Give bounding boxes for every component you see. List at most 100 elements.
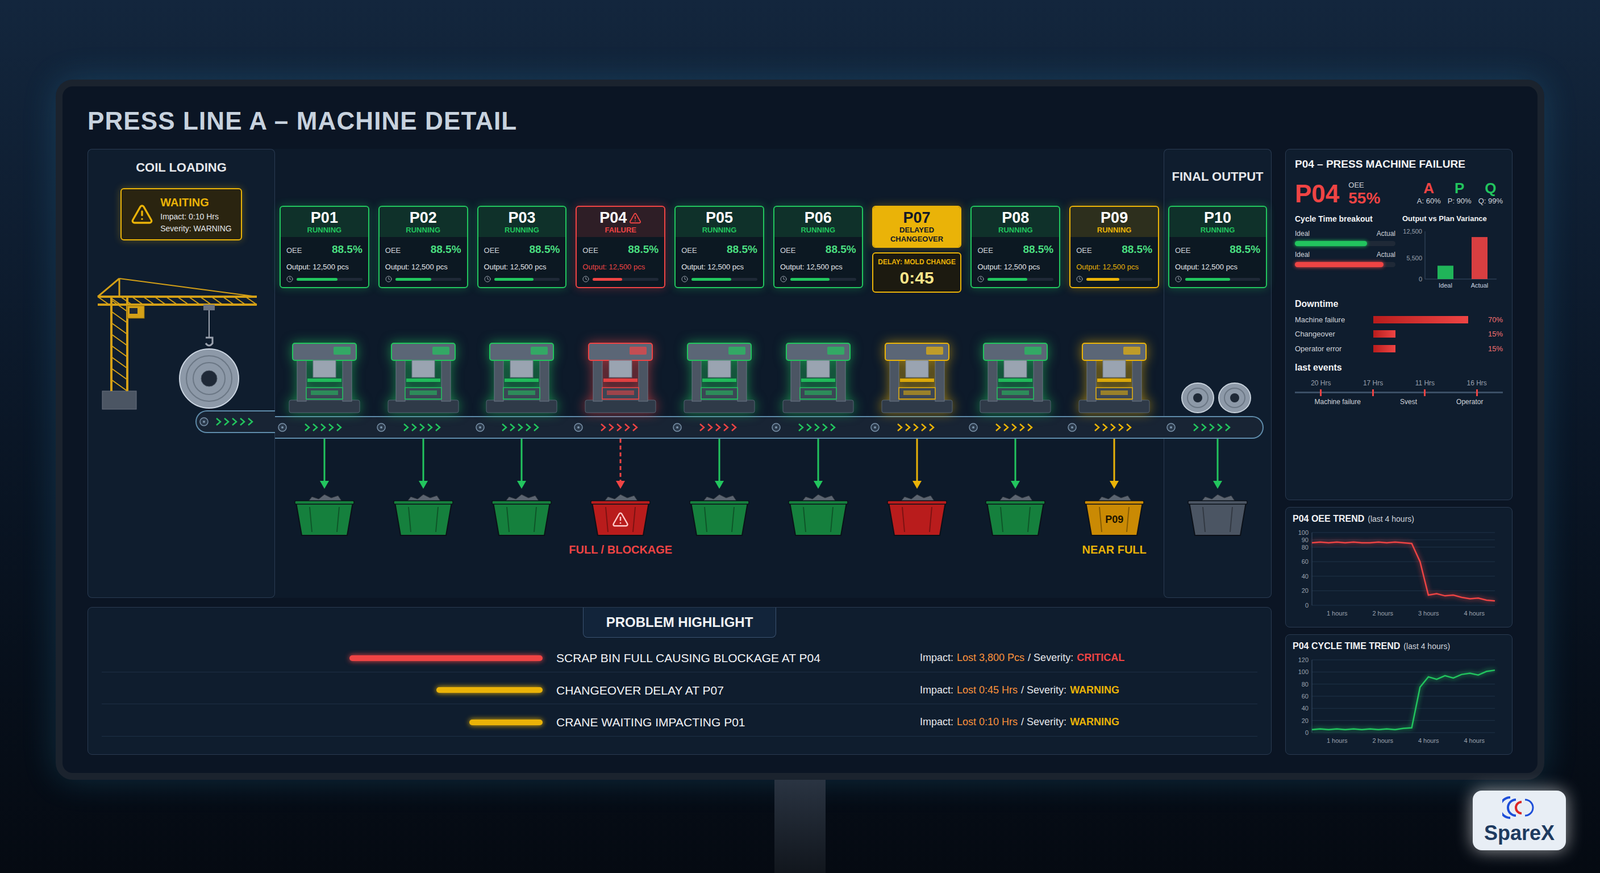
station-status: FAILURE (604, 225, 637, 235)
cycle-row: IdealActual (1294, 228, 1396, 247)
flow-chevrons-icon (795, 422, 841, 432)
problem-text: CHANGEOVER DELAY AT P07 (556, 681, 920, 700)
station-card-header: P10RUNNING (1169, 206, 1266, 237)
roller-icon (475, 422, 486, 433)
press-machine-icon (1074, 336, 1154, 416)
clock-icon (681, 275, 689, 283)
progress-fill (1086, 277, 1120, 281)
svg-text:12,500: 12,500 (1402, 227, 1423, 235)
station-card-header: P08RUNNING (971, 206, 1060, 237)
svg-text:20: 20 (1301, 586, 1309, 594)
svg-text:4 hours: 4 hours (1463, 736, 1485, 744)
logo: SpareX (1472, 790, 1566, 850)
press-machine-icon (975, 336, 1056, 416)
station-id: P05 (705, 210, 733, 226)
station-card[interactable]: P09RUNNINGOEE88.5%Output: 12,500 pcs (1069, 205, 1160, 289)
conveyor-belt (275, 415, 374, 439)
press-machine-icon (284, 336, 365, 416)
severity-bar (349, 655, 543, 661)
progress-fill (987, 277, 1027, 281)
clock-icon (977, 275, 985, 283)
problem-impact: Impact:Lost 0:45 Hrs/ Severity:WARNING (919, 682, 1258, 698)
downtime-row: Changeover15% (1294, 328, 1503, 340)
progress-fill (296, 277, 338, 281)
svg-text:60: 60 (1301, 557, 1309, 565)
svg-text:20: 20 (1301, 717, 1309, 724)
svg-text:60: 60 (1301, 692, 1309, 700)
svg-text:3 hours: 3 hours (1418, 609, 1440, 617)
oee-value: 88.5% (430, 241, 462, 258)
scrap-bin (292, 489, 357, 538)
station-status: RUNNING (702, 225, 737, 235)
progress-track (592, 277, 659, 281)
progress-fill (494, 277, 534, 281)
coil-loading-panel: COIL LOADING WAITINGImpact: 0:10 HrsSever… (87, 148, 275, 598)
progress-fill (395, 277, 432, 281)
roller-icon (573, 422, 584, 433)
station: P09RUNNINGOEE88.5%Output: 12,500 pcsP09N… (1064, 148, 1164, 598)
problem-row[interactable]: CHANGEOVER DELAY AT P07Impact:Lost 0:45 … (101, 681, 1258, 705)
flow-chevrons-icon (992, 422, 1039, 432)
progress-fill (790, 277, 830, 281)
scrap-bin (885, 489, 949, 538)
problem-highlight-panel: PROBLEM HIGHLIGHTSCRAP BIN FULL CAUSING … (87, 606, 1272, 755)
flow-chevrons-icon (498, 422, 545, 432)
apq-metric: AA: 60% (1417, 180, 1441, 207)
station-id: P04 (599, 210, 627, 226)
progress-fill (592, 277, 623, 281)
station-card-header: P06RUNNING (774, 206, 862, 237)
final-output-panel: FINAL OUTPUTP10RUNNINGOEE88.5%Output: 12… (1163, 148, 1272, 598)
screen-title: PRESS LINE A – MACHINE DETAIL (87, 102, 1513, 140)
panel-title: COIL LOADING (135, 157, 227, 177)
roller-icon (1165, 422, 1177, 433)
problem-row[interactable]: SCRAP BIN FULL CAUSING BLOCKAGE AT P04Im… (101, 648, 1258, 673)
oee-value: 88.5% (1022, 241, 1054, 258)
station-card[interactable]: P10RUNNINGOEE88.5%Output: 12,500 pcs (1168, 205, 1268, 289)
station-card[interactable]: P04FAILUREOEE88.5%Output: 12,500 pcs (575, 205, 666, 289)
svg-text:80: 80 (1301, 543, 1309, 551)
flow-down-arrow-icon (1210, 438, 1225, 490)
station-id: P06 (804, 210, 832, 226)
station-id: P07 (903, 210, 931, 226)
svg-text:0: 0 (1418, 275, 1423, 283)
station-card[interactable]: P06RUNNINGOEE88.5%Output: 12,500 pcs (773, 205, 864, 289)
conveyor-belt (1064, 415, 1164, 439)
scrap-bin (588, 489, 653, 538)
oee-label: OEE (1348, 179, 1381, 191)
press-machine-icon (778, 336, 858, 416)
roller-icon (771, 422, 782, 433)
svg-text:2 hours: 2 hours (1372, 736, 1394, 744)
downtime-row: Operator error15% (1294, 343, 1503, 355)
station-card[interactable]: P07DELAYED CHANGEOVER (872, 205, 962, 248)
roller-icon (1067, 422, 1078, 433)
station-card[interactable]: P08RUNNINGOEE88.5%Output: 12,500 pcs (970, 205, 1061, 289)
station-card[interactable]: P02RUNNINGOEE88.5%Output: 12,500 pcs (378, 205, 469, 289)
downtime-row: Machine failure70% (1294, 314, 1503, 326)
oee-label: OEE (780, 244, 796, 257)
chart-subtitle: (last 4 hours) (1367, 513, 1415, 525)
failure-detail-panel: P04 – PRESS MACHINE FAILUREP04OEE55%AA: … (1285, 148, 1513, 500)
station-status: RUNNING (405, 225, 441, 235)
scrap-bin-icon (588, 489, 653, 538)
station-card-header: P07DELAYED CHANGEOVER (873, 206, 961, 247)
flow-down-arrow-icon (1107, 438, 1122, 490)
flow-chevrons-icon (400, 422, 447, 432)
output-value: Output: 12,500 pcs (681, 261, 758, 273)
waiting-alert[interactable]: WAITINGImpact: 0:10 HrsSeverity: WARNING (120, 188, 243, 241)
station-card[interactable]: P01RUNNINGOEE88.5%Output: 12,500 pcs (279, 205, 370, 289)
oee-label: OEE (681, 244, 697, 257)
station: P02RUNNINGOEE88.5%Output: 12,500 pcs (373, 148, 473, 598)
trend-chart: 1201008060402001 hours2 hours4 hours4 ho… (1292, 655, 1500, 747)
apq-metric: QQ: 99% (1478, 180, 1503, 207)
conveyor-belt (768, 415, 868, 439)
progress-track (691, 277, 758, 281)
flow-chevrons-icon (597, 422, 644, 432)
station-card[interactable]: P03RUNNINGOEE88.5%Output: 12,500 pcs (477, 205, 568, 289)
finished-rolls-icon (1177, 370, 1258, 416)
clock-icon (780, 275, 787, 283)
oee-label: OEE (582, 244, 598, 257)
conveyor-belt (669, 415, 769, 439)
problem-row[interactable]: CRANE WAITING IMPACTING P01Impact:Lost 0… (101, 713, 1258, 737)
station-card[interactable]: P05RUNNINGOEE88.5%Output: 12,500 pcs (674, 205, 765, 289)
flow-down-arrow-icon (811, 438, 825, 490)
